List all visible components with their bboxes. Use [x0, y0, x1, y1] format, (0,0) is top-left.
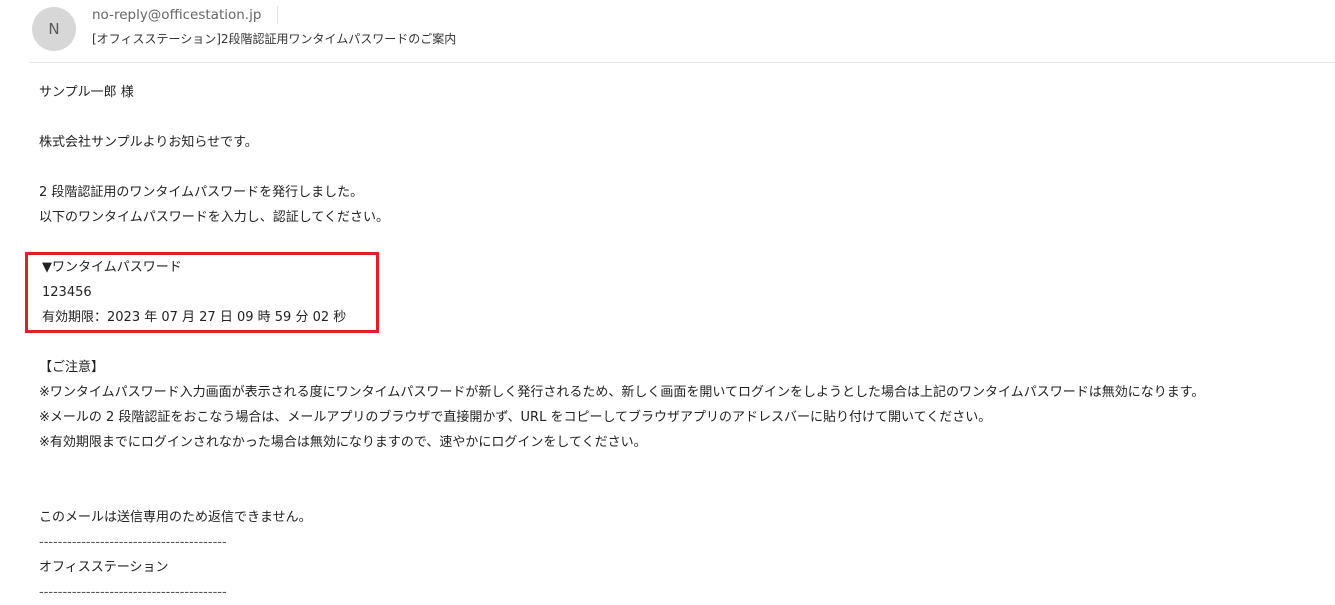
note-item: ※メールの 2 段階認証をおこなう場合は、メールアプリのブラウザで直接開かず、U… [39, 410, 992, 425]
divider: ---------------------------------------- [39, 585, 227, 600]
email-body: サンプル一郎 様 株式会社サンプルよりお知らせです。 2 段階認証用のワンタイム… [25, 80, 1205, 605]
otp-code: 123456 [42, 285, 92, 300]
issued-text: 2 段階認証用のワンタイムパスワードを発行しました。 [39, 185, 364, 200]
email-subject: [オフィスステーション]2段階認証用ワンタイムパスワードのご案内 [92, 32, 457, 46]
note-item: ※ワンタイムパスワード入力画面が表示される度にワンタイムパスワードが新しく発行さ… [39, 385, 1205, 400]
note-item: ※有効期限までにログインされなかった場合は無効になりますので、速やかにログインを… [39, 435, 647, 450]
greeting: サンプル一郎 様 [39, 85, 134, 100]
notes-heading: 【ご注意】 [39, 360, 105, 375]
otp-highlight-box: ▼ワンタイムパスワード 123456 有効期限：2023 年 07 月 27 日… [25, 252, 379, 333]
instruction-text: 以下のワンタイムパスワードを入力し、認証してください。 [39, 210, 389, 225]
sender-address[interactable]: no-reply@officestation.jp [92, 6, 279, 24]
avatar[interactable]: N [32, 7, 76, 51]
email-header: N no-reply@officestation.jp [オフィスステーション]… [30, 0, 1335, 63]
company-name: オフィスステーション [39, 560, 169, 575]
no-reply-notice: このメールは送信専用のため返信できません。 [39, 510, 312, 525]
divider: ---------------------------------------- [39, 535, 227, 550]
otp-expiry: 有効期限：2023 年 07 月 27 日 09 時 59 分 02 秒 [42, 310, 347, 325]
intro-text: 株式会社サンプルよりお知らせです。 [39, 135, 258, 150]
otp-heading: ▼ワンタイムパスワード [42, 260, 182, 275]
